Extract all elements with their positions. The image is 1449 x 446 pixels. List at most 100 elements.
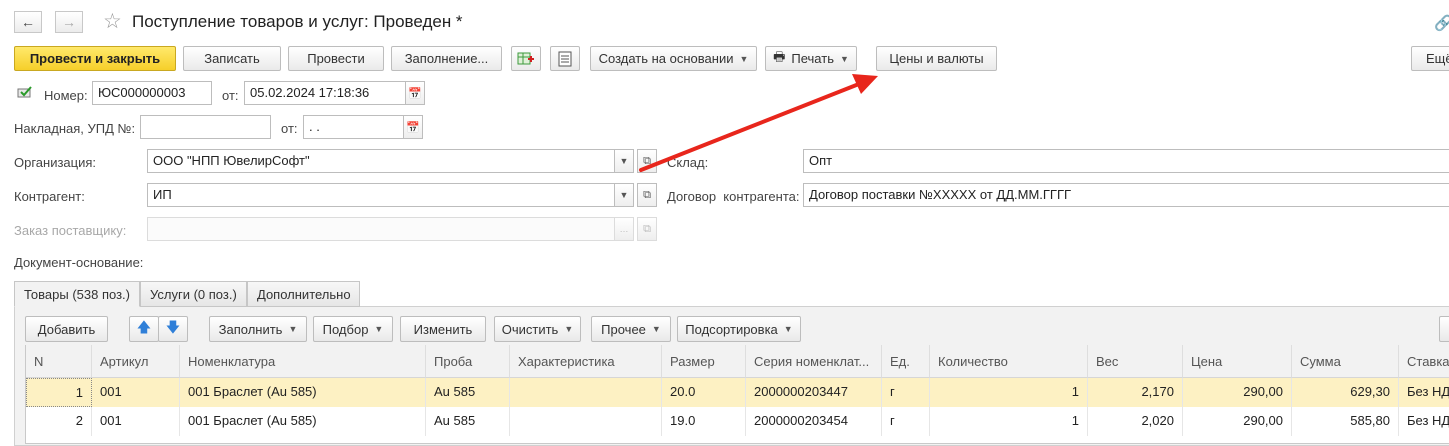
arrow-right-icon: → bbox=[62, 14, 76, 30]
assay-cell[interactable]: Au 585 bbox=[426, 407, 510, 436]
edit-button[interactable]: Изменить bbox=[400, 316, 486, 342]
sum-cell[interactable]: 629,30 bbox=[1292, 378, 1399, 407]
link-icon[interactable]: 🔗 bbox=[1434, 14, 1449, 32]
chevron-down-icon: ▼ bbox=[619, 190, 629, 200]
nomenclature-cell[interactable]: 001 Браслет (Au 585) bbox=[180, 407, 426, 436]
dropdown-arrow-icon: ▼ bbox=[783, 324, 793, 334]
column-header[interactable]: Ед. bbox=[882, 345, 930, 378]
nomenclature-cell[interactable]: 001 Браслет (Au 585) bbox=[180, 378, 426, 407]
create-based-on-button[interactable]: Создать на основании ▼ bbox=[590, 46, 757, 71]
price-cell[interactable]: 290,00 bbox=[1183, 407, 1292, 436]
column-header[interactable]: Номенклатура bbox=[180, 345, 426, 378]
print-button[interactable]: 🖶 Печать ▼ bbox=[765, 46, 857, 71]
article-cell[interactable]: 001 bbox=[92, 407, 180, 436]
column-header[interactable]: Размер bbox=[662, 345, 746, 378]
date-from-label: от: bbox=[222, 88, 239, 103]
open-form-icon: ⧉ bbox=[643, 222, 651, 235]
move-up-button[interactable]: 🡅 bbox=[129, 316, 159, 342]
invoice-label: Накладная, УПД №: bbox=[14, 121, 136, 136]
characteristic-cell[interactable] bbox=[510, 407, 662, 436]
base-document-label: Документ-основание: bbox=[14, 255, 144, 270]
post-button[interactable]: Провести bbox=[288, 46, 384, 71]
column-header[interactable]: N bbox=[26, 345, 92, 378]
article-cell[interactable]: 001 bbox=[92, 378, 180, 407]
characteristic-cell[interactable] bbox=[510, 378, 662, 407]
unit-cell[interactable]: г bbox=[882, 407, 930, 436]
warehouse-label: Склад: bbox=[667, 155, 709, 170]
move-down-button[interactable]: 🡇 bbox=[158, 316, 188, 342]
series-cell[interactable]: 2000000203454 bbox=[746, 407, 882, 436]
unit-cell[interactable]: г bbox=[882, 378, 930, 407]
warehouse-field[interactable]: Опт bbox=[803, 149, 1449, 173]
counterparty-field[interactable]: ИП bbox=[147, 183, 615, 207]
counterparty-dropdown-button[interactable]: ▼ bbox=[614, 183, 634, 207]
column-header[interactable]: Серия номенклат... bbox=[746, 345, 882, 378]
column-header[interactable]: Количество bbox=[930, 345, 1088, 378]
table-more-button[interactable] bbox=[1439, 316, 1449, 342]
sum-cell[interactable]: 585,80 bbox=[1292, 407, 1399, 436]
tab-additional[interactable]: Дополнительно bbox=[247, 281, 360, 307]
vat-rate-cell[interactable]: Без НДС bbox=[1399, 407, 1449, 436]
vat-rate-cell[interactable]: Без НДС bbox=[1399, 378, 1449, 407]
arrow-up-icon: 🡅 bbox=[136, 319, 152, 335]
column-header[interactable]: Характеристика bbox=[510, 345, 662, 378]
calendar-button[interactable]: 📅 bbox=[405, 81, 425, 105]
column-header[interactable]: Сумма bbox=[1292, 345, 1399, 378]
supplier-order-field bbox=[147, 217, 615, 241]
printer-icon: 🖶 bbox=[773, 48, 786, 64]
weight-cell[interactable]: 2,170 bbox=[1088, 378, 1183, 407]
save-button[interactable]: Записать bbox=[183, 46, 281, 71]
counterparty-label: Контрагент: bbox=[14, 189, 85, 204]
row-number-cell[interactable]: 1 bbox=[26, 378, 92, 407]
contract-field[interactable]: Договор поставки №ХХХХХ от ДД.ММ.ГГГГ bbox=[803, 183, 1449, 207]
row-number-cell[interactable]: 2 bbox=[26, 407, 92, 436]
clear-button[interactable]: Очистить ▼ bbox=[494, 316, 581, 342]
back-button[interactable]: ← bbox=[14, 11, 42, 33]
number-field[interactable]: ЮС000000003 bbox=[92, 81, 212, 105]
column-header[interactable]: Проба bbox=[426, 345, 510, 378]
column-header[interactable]: Ставка НДС bbox=[1399, 345, 1449, 378]
fill-table-button[interactable]: Заполнить ▼ bbox=[209, 316, 307, 342]
dropdown-arrow-icon: ▼ bbox=[288, 324, 298, 334]
invoice-calendar-button[interactable]: 📅 bbox=[403, 115, 423, 139]
counterparty-open-button[interactable]: ⧉ bbox=[637, 183, 657, 207]
pick-button[interactable]: Подбор ▼ bbox=[313, 316, 393, 342]
organization-field[interactable]: ООО "НПП ЮвелирСофт" bbox=[147, 149, 615, 173]
column-header[interactable]: Артикул bbox=[92, 345, 180, 378]
structure-button[interactable] bbox=[511, 46, 541, 71]
add-row-button[interactable]: Добавить bbox=[25, 316, 108, 342]
star-icon[interactable]: ☆ bbox=[103, 9, 122, 34]
sorting-button[interactable]: Подсортировка ▼ bbox=[677, 316, 801, 342]
other-button[interactable]: Прочее ▼ bbox=[591, 316, 671, 342]
open-form-icon: ⧉ bbox=[643, 188, 651, 201]
quantity-cell[interactable]: 1 bbox=[930, 407, 1088, 436]
calendar-icon: 📅 bbox=[408, 87, 422, 100]
organization-open-button[interactable]: ⧉ bbox=[637, 149, 657, 173]
prices-currencies-button[interactable]: Цены и валюты bbox=[876, 46, 997, 71]
price-cell[interactable]: 290,00 bbox=[1183, 378, 1292, 407]
tab-services[interactable]: Услуги (0 поз.) bbox=[140, 281, 247, 307]
organization-dropdown-button[interactable]: ▼ bbox=[614, 149, 634, 173]
column-header[interactable]: Вес bbox=[1088, 345, 1183, 378]
post-and-close-button[interactable]: Провести и закрыть bbox=[14, 46, 176, 71]
forward-button[interactable]: → bbox=[55, 11, 83, 33]
date-field[interactable]: 05.02.2024 17:18:36 bbox=[244, 81, 406, 105]
report-button[interactable] bbox=[550, 46, 580, 71]
column-header[interactable]: Цена bbox=[1183, 345, 1292, 378]
weight-cell[interactable]: 2,020 bbox=[1088, 407, 1183, 436]
size-cell[interactable]: 19.0 bbox=[662, 407, 746, 436]
invoice-number-field[interactable] bbox=[140, 115, 271, 139]
number-label: Номер: bbox=[44, 88, 88, 103]
invoice-date-field[interactable]: . . bbox=[303, 115, 404, 139]
contract-label: Договор контрагента: bbox=[667, 189, 800, 204]
size-cell[interactable]: 20.0 bbox=[662, 378, 746, 407]
dropdown-arrow-icon: ▼ bbox=[651, 324, 661, 334]
assay-cell[interactable]: Au 585 bbox=[426, 378, 510, 407]
fill-button[interactable]: Заполнение... bbox=[391, 46, 502, 71]
quantity-cell[interactable]: 1 bbox=[930, 378, 1088, 407]
dropdown-arrow-icon: ▼ bbox=[739, 53, 749, 64]
dropdown-arrow-icon: ▼ bbox=[839, 53, 849, 64]
tab-goods[interactable]: Товары (538 поз.) bbox=[14, 281, 140, 307]
more-button[interactable]: Ещё bbox=[1411, 46, 1449, 71]
series-cell[interactable]: 2000000203447 bbox=[746, 378, 882, 407]
